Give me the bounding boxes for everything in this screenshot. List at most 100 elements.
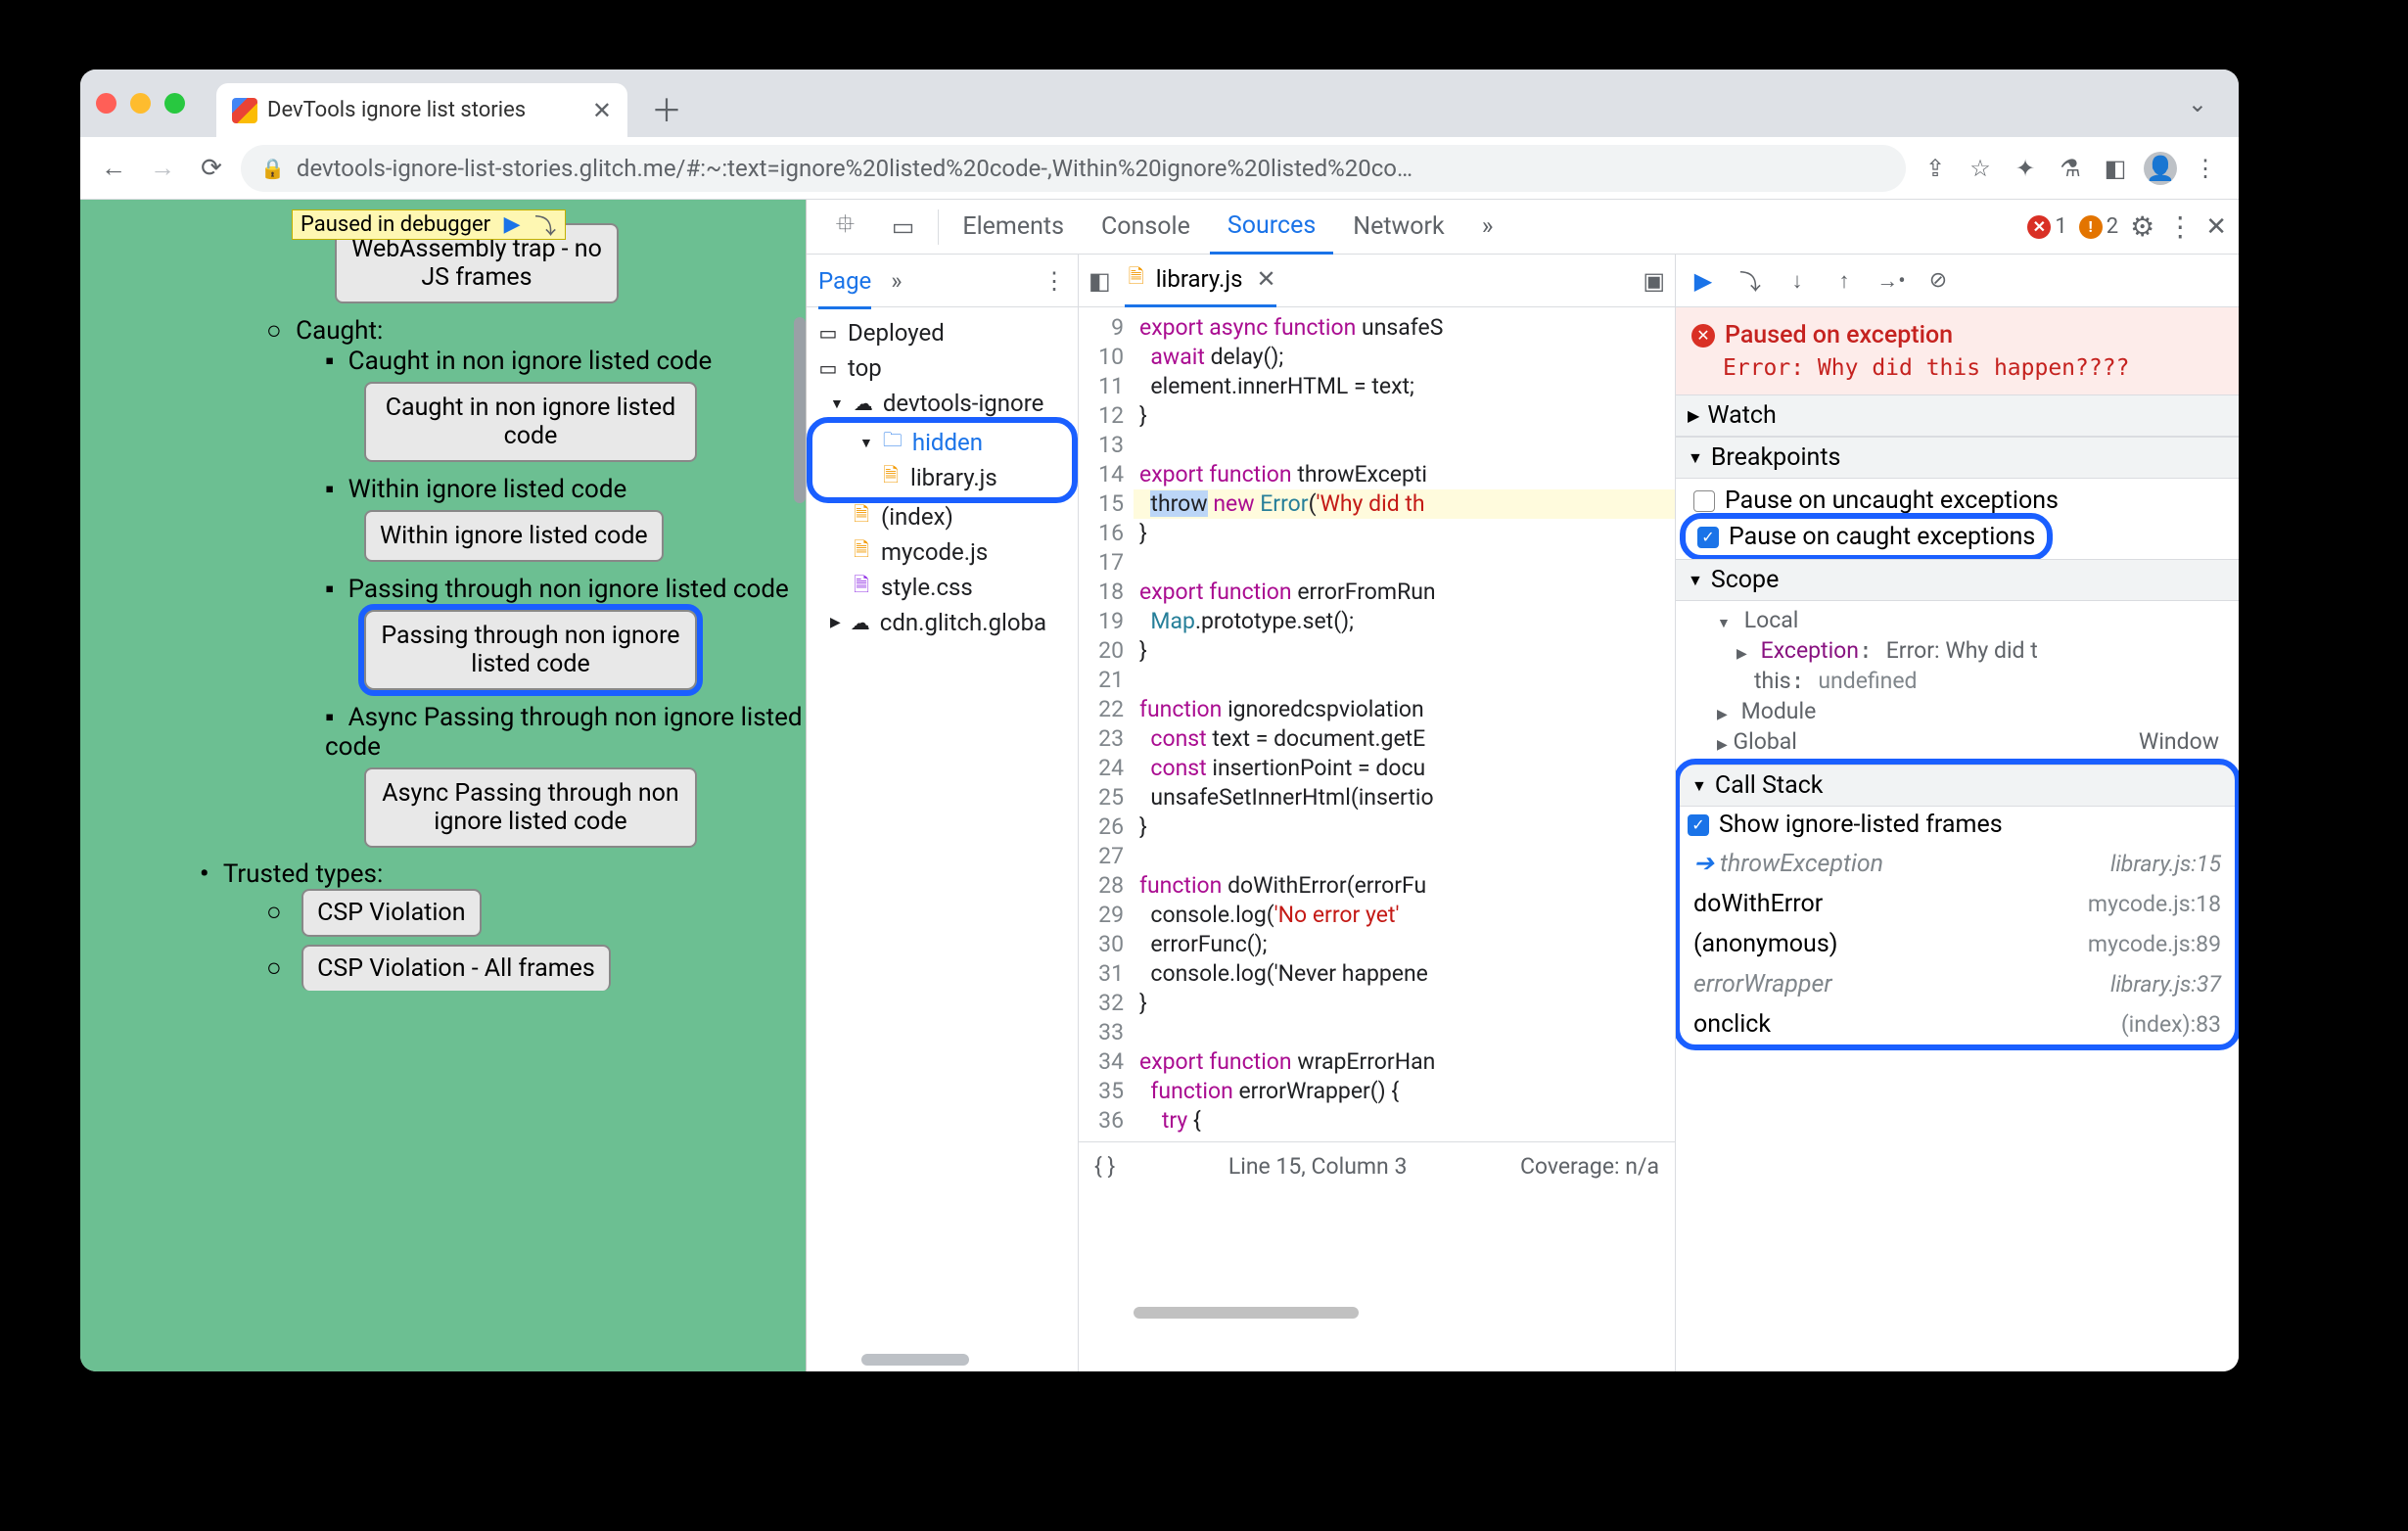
step-into-button[interactable]: ↓	[1783, 267, 1811, 295]
tree-file-style[interactable]: 🗎style.css	[807, 570, 1078, 605]
scope-global[interactable]: ▶ GlobalWindow	[1686, 726, 2229, 757]
code-line[interactable]: export function wrapErrorHan	[1134, 1047, 1675, 1077]
forward-button[interactable]: →	[143, 149, 182, 188]
code-line[interactable]: errorFunc();	[1134, 930, 1675, 959]
profile-avatar[interactable]: 👤	[2141, 149, 2180, 188]
tree-deployed[interactable]: ▭Deployed	[807, 315, 1078, 350]
tree-file-mycode[interactable]: 🗎mycode.js	[807, 534, 1078, 570]
scope-header[interactable]: ▼Scope	[1676, 559, 2239, 601]
callstack-frame[interactable]: onclick(index):83	[1680, 1004, 2235, 1044]
back-button[interactable]: ←	[94, 149, 133, 188]
btn-csp-violation[interactable]: CSP Violation	[301, 889, 481, 937]
code-line[interactable]: Map.prototype.set();	[1134, 607, 1675, 636]
step-out-button[interactable]: ↑	[1830, 267, 1858, 295]
pretty-print-icon[interactable]: { }	[1094, 1153, 1115, 1180]
callstack-frame[interactable]: ➔throwExceptionlibrary.js:15	[1680, 843, 2235, 884]
checkbox-show-ignored[interactable]: ✓	[1688, 814, 1709, 836]
warnings-badge[interactable]: !2	[2079, 214, 2118, 239]
kebab-menu-icon[interactable]: ⋮	[2166, 210, 2194, 243]
deactivate-breakpoints-button[interactable]: ⊘	[1924, 267, 1952, 295]
code-line[interactable]: throw new Error('Why did th	[1134, 489, 1675, 519]
editor-hscroll[interactable]	[1134, 1307, 1667, 1322]
code-line[interactable]: console.log('Never happene	[1134, 959, 1675, 989]
browser-tab[interactable]: DevTools ignore list stories ✕	[216, 83, 627, 138]
close-window-button[interactable]	[96, 93, 116, 114]
resume-button[interactable]: ▶	[1690, 267, 1717, 295]
code-line[interactable]: unsafeSetInnerHtml(insertio	[1134, 783, 1675, 812]
menu-button[interactable]: ⋮	[2186, 149, 2225, 188]
code-line[interactable]: try {	[1134, 1106, 1675, 1136]
navigator-hscroll-thumb[interactable]	[861, 1354, 969, 1366]
tab-console[interactable]: Console	[1084, 200, 1208, 255]
scope-exception[interactable]: ▶ Exception: Error: Why did t	[1686, 635, 2229, 666]
code-line[interactable]: }	[1134, 636, 1675, 666]
errors-badge[interactable]: ✕1	[2027, 214, 2066, 239]
code-line[interactable]	[1134, 548, 1675, 578]
code-line[interactable]: function ignoredcspviolation	[1134, 695, 1675, 724]
callstack-frame[interactable]: errorWrapperlibrary.js:37	[1680, 964, 2235, 1004]
code-line[interactable]: const insertionPoint = docu	[1134, 754, 1675, 783]
tab-sources[interactable]: Sources	[1210, 200, 1333, 255]
code-content[interactable]: export async function unsafeS await dela…	[1134, 307, 1675, 1141]
btn-csp-violation-all[interactable]: CSP Violation - All frames	[301, 945, 611, 991]
close-devtools-icon[interactable]: ✕	[2205, 212, 2227, 242]
btn-caught-nonignore[interactable]: Caught in non ignore listed code	[364, 382, 697, 462]
btn-async-passing[interactable]: Async Passing through non ignore listed …	[364, 767, 697, 848]
step-button[interactable]: →•	[1877, 267, 1905, 295]
pause-uncaught-row[interactable]: Pause on uncaught exceptions	[1686, 483, 2229, 519]
editor-tab-library[interactable]: 🗎library.js✕	[1125, 255, 1276, 307]
overlay-step-button[interactable]: ⤵	[533, 213, 557, 237]
step-over-button[interactable]: ⤵	[1737, 267, 1764, 295]
reload-button[interactable]: ⟳	[192, 149, 231, 188]
code-line[interactable]: function errorWrapper() {	[1134, 1077, 1675, 1106]
code-line[interactable]: }	[1134, 519, 1675, 548]
settings-icon[interactable]: ⚙	[2130, 210, 2154, 243]
tree-file-index[interactable]: 🗎(index)	[807, 499, 1078, 534]
code-line[interactable]	[1134, 431, 1675, 460]
code-line[interactable]	[1134, 842, 1675, 871]
callstack-frame[interactable]: (anonymous)mycode.js:89	[1680, 924, 2235, 964]
tab-network[interactable]: Network	[1335, 200, 1461, 255]
overlay-resume-button[interactable]: ▶	[500, 213, 524, 237]
tree-site[interactable]: ▼☁devtools-ignore	[807, 386, 1078, 421]
side-panel-icon[interactable]: ◧	[2096, 149, 2135, 188]
btn-within-ignore[interactable]: Within ignore listed code	[364, 510, 664, 562]
page-scrollbar-thumb[interactable]	[794, 317, 806, 503]
code-area[interactable]: 9101112131415161718192021222324252627282…	[1079, 307, 1675, 1141]
toggle-navigator-icon[interactable]: ◧	[1088, 267, 1111, 295]
address-bar[interactable]: 🔒 devtools-ignore-list-stories.glitch.me…	[241, 145, 1906, 192]
breakpoints-header[interactable]: ▼Breakpoints	[1676, 437, 2239, 479]
tab-elements[interactable]: Elements	[945, 200, 1082, 255]
labs-icon[interactable]: ⚗	[2051, 149, 2090, 188]
show-ignored-frames-row[interactable]: ✓Show ignore-listed frames	[1680, 807, 2235, 843]
code-line[interactable]: }	[1134, 812, 1675, 842]
code-line[interactable]: export function throwExcepti	[1134, 460, 1675, 489]
toggle-debugger-icon[interactable]: ▣	[1643, 267, 1665, 295]
code-line[interactable]: export async function unsafeS	[1134, 313, 1675, 343]
navigator-tab-more[interactable]: »	[891, 267, 902, 295]
maximize-window-button[interactable]	[164, 93, 185, 114]
extensions-icon[interactable]: ✦	[2006, 149, 2045, 188]
tab-list-button[interactable]: ⌄	[2188, 90, 2207, 117]
close-tab-button[interactable]: ✕	[592, 97, 612, 124]
code-line[interactable]: const text = document.getE	[1134, 724, 1675, 754]
device-toolbar-icon[interactable]: ▭	[874, 200, 933, 255]
new-tab-button[interactable]: ＋	[651, 86, 682, 131]
tree-file-library[interactable]: 🗎library.js	[816, 460, 1068, 495]
code-line[interactable]: }	[1134, 401, 1675, 431]
code-line[interactable]: await delay();	[1134, 343, 1675, 372]
inspect-element-icon[interactable]: ⯐	[818, 200, 872, 255]
callstack-header[interactable]: ▼Call Stack	[1680, 765, 2235, 807]
callstack-frame[interactable]: doWithErrormycode.js:18	[1680, 884, 2235, 924]
close-file-icon[interactable]: ✕	[1256, 265, 1275, 293]
scope-local[interactable]: ▼ Local	[1686, 605, 2229, 635]
navigator-kebab-icon[interactable]: ⋮	[1042, 267, 1066, 295]
btn-passing-through[interactable]: Passing through non ignore listed code	[364, 610, 697, 690]
code-line[interactable]	[1134, 666, 1675, 695]
code-line[interactable]: element.innerHTML = text;	[1134, 372, 1675, 401]
tree-top[interactable]: ▭top	[807, 350, 1078, 386]
tree-cdn[interactable]: ▶☁cdn.glitch.globa	[807, 605, 1078, 640]
code-line[interactable]	[1134, 1018, 1675, 1047]
watch-header[interactable]: ▶Watch	[1676, 394, 2239, 437]
checkbox-caught[interactable]: ✓	[1697, 527, 1719, 548]
